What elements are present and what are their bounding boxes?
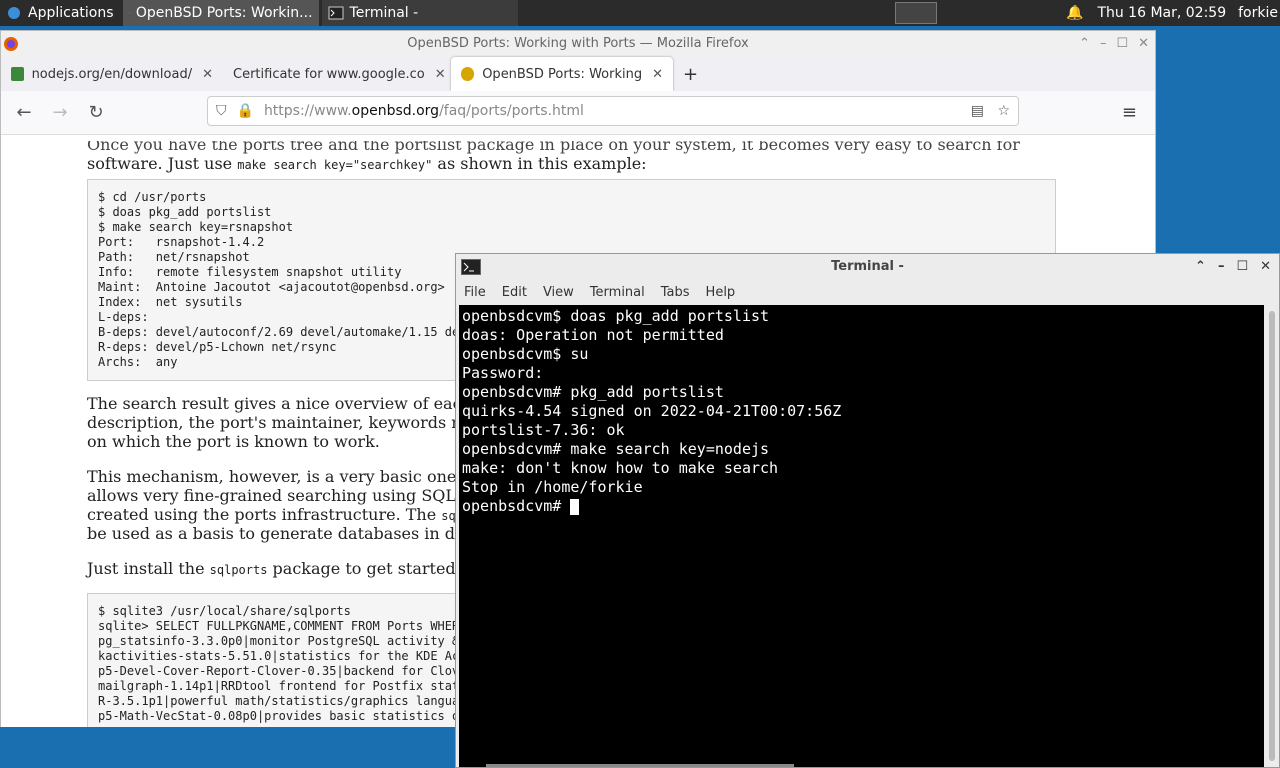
terminal-window-title: Terminal - [831, 259, 904, 274]
nodejs-favicon-icon [11, 67, 24, 81]
terminal-icon [461, 259, 481, 275]
terminal-prompt-line[interactable]: openbsdcvm# [462, 497, 1261, 516]
tab-label: OpenBSD Ports: Working [482, 66, 643, 82]
xfce-logo-icon [8, 7, 20, 19]
tab-close-icon[interactable]: ✕ [435, 67, 446, 82]
terminal-window: Terminal - ⌃ – ☐ ✕ File Edit View Termin… [455, 253, 1280, 768]
paragraph-line: be used as a basis to generate databases… [87, 524, 461, 543]
menu-file[interactable]: File [464, 285, 486, 300]
terminal-line: make: don't know how to make search [462, 459, 779, 477]
text: as shown in this example: [432, 154, 647, 173]
terminal-line: doas: Operation not permitted [462, 326, 724, 344]
tab-openbsd-ports[interactable]: OpenBSD Ports: Working ✕ [451, 57, 673, 91]
close-icon[interactable]: ✕ [1260, 254, 1271, 280]
tab-close-icon[interactable]: ✕ [202, 67, 213, 82]
tab-label: nodejs.org/en/download/ [31, 66, 193, 82]
tab-certificate[interactable]: Certificate for www.google.co ✕ [223, 57, 451, 91]
back-arrow-icon[interactable]: ← [6, 102, 42, 123]
firefox-window-title: OpenBSD Ports: Working with Ports — Mozi… [407, 36, 749, 51]
paragraph-line: The search result gives a nice overview … [87, 394, 462, 413]
new-tab-plus-icon[interactable]: + [673, 57, 708, 91]
reload-icon[interactable]: ↻ [78, 102, 114, 123]
text: package to get started. [267, 559, 461, 578]
terminal-line: Stop in /home/forkie [462, 478, 643, 496]
lock-icon[interactable]: 🔒 [237, 103, 254, 119]
terminal-icon [328, 6, 344, 20]
menu-edit[interactable]: Edit [502, 285, 527, 300]
user-menu[interactable]: forkie [1238, 5, 1278, 21]
text: software. Just use [87, 154, 238, 173]
url-bar[interactable]: ⛉ 🔒 https://www. openbsd.org/faq/ports/po… [207, 96, 1019, 126]
applications-menu[interactable]: Applications [0, 0, 120, 26]
menu-terminal[interactable]: Terminal [590, 285, 645, 300]
text: created using the ports infrastructure. … [87, 505, 442, 524]
shield-icon[interactable]: ⛉ [216, 103, 227, 119]
terminal-titlebar[interactable]: Terminal - ⌃ – ☐ ✕ [456, 254, 1279, 280]
openbsd-favicon-icon [461, 67, 475, 81]
taskbar-terminal[interactable]: Terminal - [321, 0, 518, 26]
notification-bell-icon[interactable]: 🔔 [1066, 5, 1083, 21]
paragraph-line: allows very fine-grained searching using… [87, 486, 462, 505]
minimize-icon[interactable]: – [1218, 254, 1225, 280]
terminal-scrollbar[interactable] [1269, 311, 1275, 761]
applications-label: Applications [28, 5, 114, 21]
terminal-output[interactable]: openbsdcvm$ doas pkg_add portslist doas: … [459, 305, 1264, 767]
taskbar-firefox-label: OpenBSD Ports: Workin... [135, 5, 313, 21]
paragraph-line: Just install the sqlports package to get… [87, 559, 461, 580]
hamburger-menu-icon[interactable]: ≡ [1122, 102, 1137, 123]
reader-view-icon[interactable]: ▤ [971, 103, 984, 119]
terminal-line: quirks-4.54 signed on 2022-04-21T00:07:5… [462, 402, 842, 420]
inline-code: make search key="searchkey" [237, 158, 433, 172]
maximize-icon[interactable]: ☐ [1116, 31, 1128, 57]
taskbar-terminal-label: Terminal - [349, 5, 419, 21]
paragraph-line: on which the port is known to work. [87, 432, 380, 451]
terminal-line: openbsdcvm# pkg_add portslist [462, 383, 724, 401]
maximize-icon[interactable]: ☐ [1236, 254, 1248, 280]
terminal-line: openbsdcvm# make search key=nodejs [462, 440, 770, 458]
close-icon[interactable]: ✕ [1138, 31, 1149, 57]
text-cursor [570, 499, 580, 515]
url-host: openbsd.org [351, 103, 440, 119]
terminal-menubar: File Edit View Terminal Tabs Help [456, 280, 1279, 305]
menu-view[interactable]: View [543, 285, 574, 300]
clock[interactable]: Thu 16 Mar, 02:59 [1097, 5, 1226, 21]
top-panel: Applications OpenBSD Ports: Workin... Te… [0, 0, 1280, 26]
terminal-line: portslist-7.36: ok [462, 421, 625, 439]
minimize-icon[interactable]: – [1100, 31, 1107, 57]
paragraph-line: description, the port's maintainer, keyw… [87, 413, 459, 432]
inline-code: sqlports [209, 563, 268, 577]
tab-nodejs[interactable]: nodejs.org/en/download/ ✕ [1, 57, 223, 91]
paragraph-line: software. Just use make search key="sear… [87, 154, 647, 175]
terminal-line: openbsdcvm$ su [462, 345, 589, 363]
window-shade-icon[interactable]: ⌃ [1195, 254, 1206, 280]
paragraph-line: created using the ports infrastructure. … [87, 505, 463, 526]
taskbar-firefox[interactable]: OpenBSD Ports: Workin... [122, 0, 319, 26]
paragraph-line: Once you have the ports tree and the por… [87, 141, 1020, 154]
forward-arrow-icon[interactable]: → [42, 102, 78, 123]
menu-help[interactable]: Help [706, 285, 736, 300]
bookmark-star-icon[interactable]: ☆ [997, 103, 1010, 119]
tab-label: Certificate for www.google.co [233, 66, 425, 82]
tab-close-icon[interactable]: ✕ [652, 67, 663, 82]
horizontal-scrollbar[interactable] [486, 764, 794, 767]
firefox-icon [128, 12, 130, 14]
terminal-prompt: openbsdcvm# [462, 497, 571, 515]
firefox-icon [4, 37, 18, 51]
terminal-line: Password: [462, 364, 544, 382]
url-prefix: https://www. [263, 103, 352, 119]
tab-strip: nodejs.org/en/download/ ✕ Certificate fo… [1, 57, 1155, 91]
firefox-titlebar[interactable]: OpenBSD Ports: Working with Ports — Mozi… [1, 31, 1155, 57]
terminal-line: openbsdcvm$ doas pkg_add portslist [462, 307, 770, 325]
workspace-switcher[interactable] [895, 2, 937, 24]
navigation-bar: ← → ↻ ⛉ 🔒 https://www. openbsd.org/faq/po… [1, 91, 1155, 135]
text: Just install the [87, 559, 210, 578]
paragraph-line: This mechanism, however, is a very basic… [87, 467, 462, 486]
menu-tabs[interactable]: Tabs [661, 285, 690, 300]
window-shade-icon[interactable]: ⌃ [1079, 31, 1090, 57]
url-path: /faq/ports/ports.html [439, 103, 584, 119]
